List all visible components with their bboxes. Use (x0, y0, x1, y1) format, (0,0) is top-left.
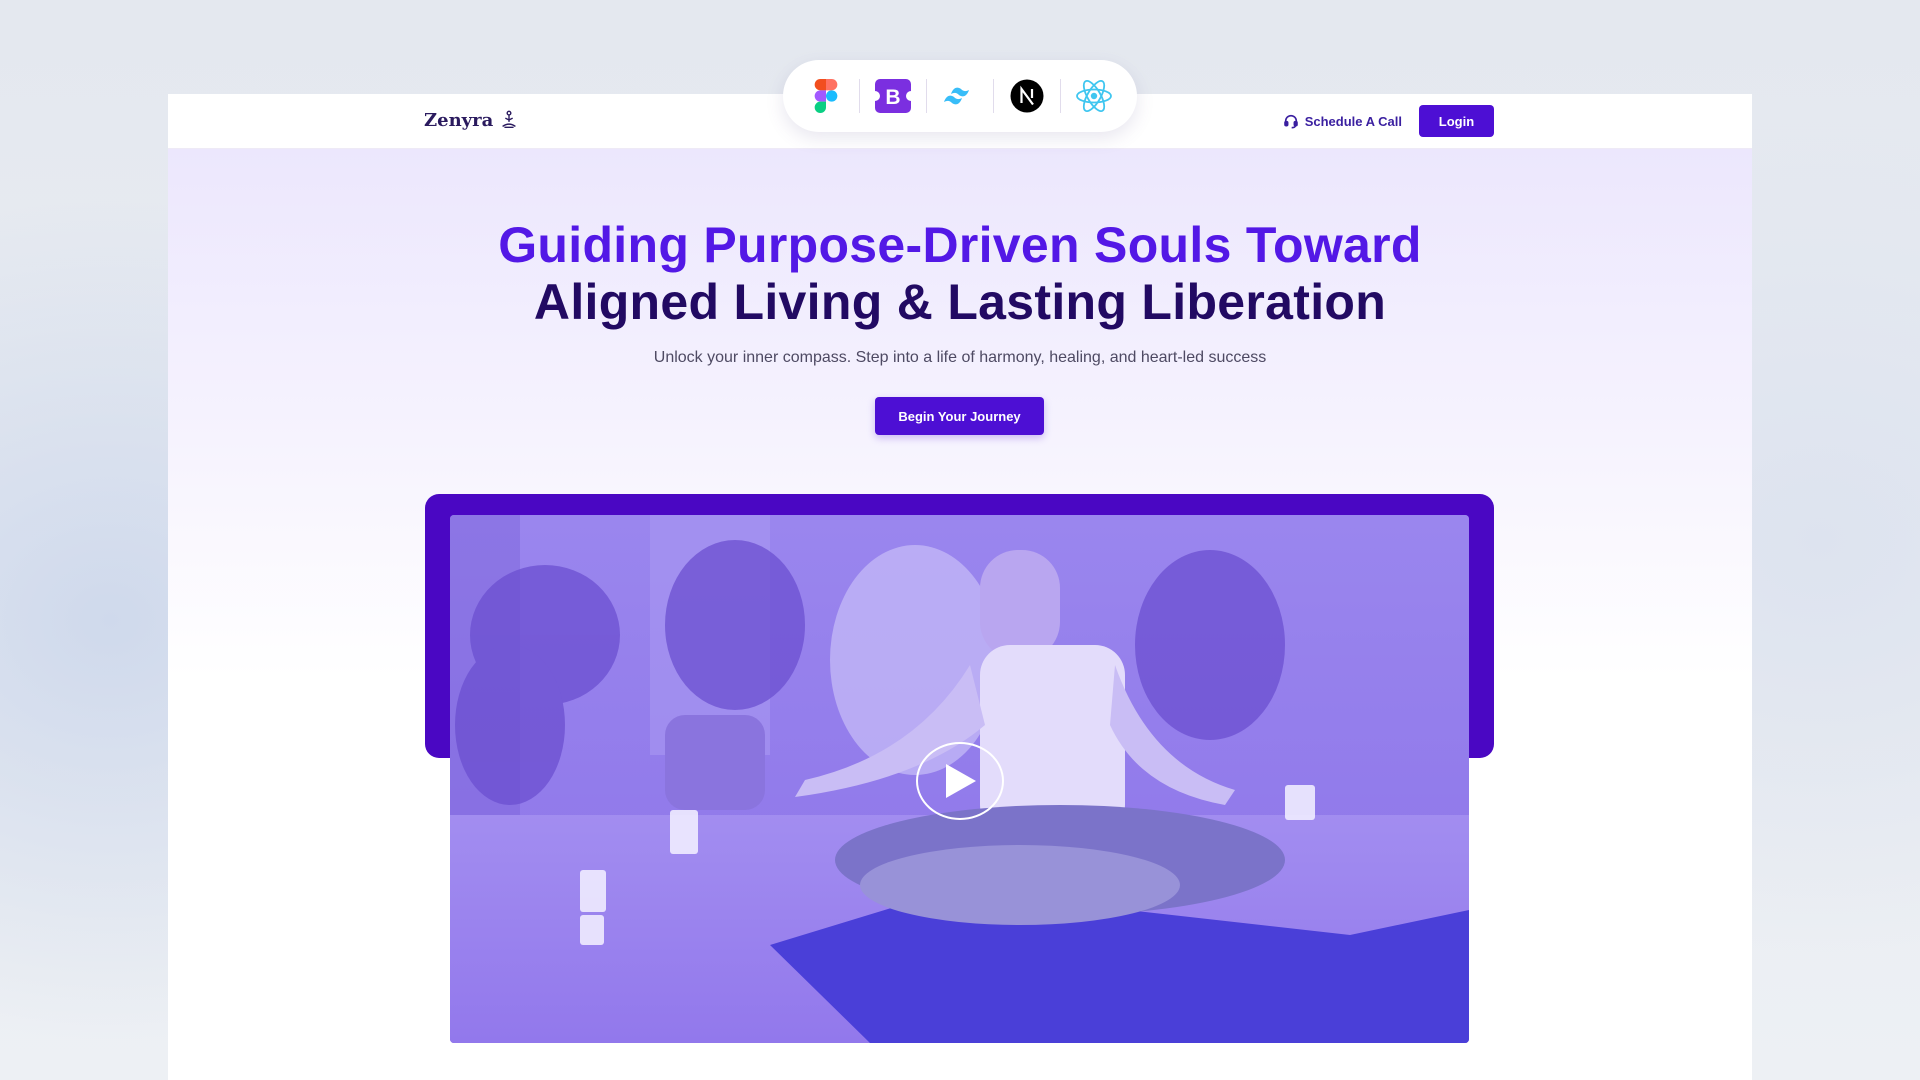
login-button[interactable]: Login (1419, 105, 1494, 137)
page-frame: Zenyra Schedule A Call Login Guiding Pur… (168, 94, 1752, 1080)
tech-figma (793, 60, 859, 132)
meditation-logo-icon (502, 110, 517, 129)
schedule-call-link[interactable]: Schedule A Call (1283, 113, 1402, 129)
nav-actions: Schedule A Call Login (1283, 105, 1494, 137)
tech-tailwind (927, 60, 993, 132)
headline-line-2: Aligned Living & Lasting Liberation (533, 274, 1387, 330)
brand-logo[interactable]: Zenyra (424, 109, 520, 131)
tech-bootstrap: B (860, 60, 926, 132)
figma-icon (814, 79, 838, 113)
hero-video[interactable] (450, 515, 1469, 1043)
schedule-call-label: Schedule A Call (1304, 113, 1402, 129)
brand-name: Zenyra (424, 109, 494, 131)
play-button[interactable] (916, 742, 1004, 820)
begin-journey-button[interactable]: Begin Your Journey (875, 397, 1044, 435)
svg-text:B: B (885, 86, 900, 109)
react-icon (1076, 80, 1112, 112)
bootstrap-icon: B (875, 79, 911, 113)
tech-nextjs (994, 60, 1060, 132)
tech-react (1061, 60, 1127, 132)
hero-subheadline: Unlock your inner compass. Step into a l… (653, 349, 1267, 366)
play-icon (946, 764, 976, 798)
headline-line-1: Guiding Purpose-Driven Souls Toward (498, 217, 1422, 273)
tech-stack-badge: B (783, 60, 1137, 132)
headset-icon (1283, 114, 1298, 129)
nextjs-icon (1010, 79, 1044, 113)
tailwind-icon (944, 87, 969, 105)
